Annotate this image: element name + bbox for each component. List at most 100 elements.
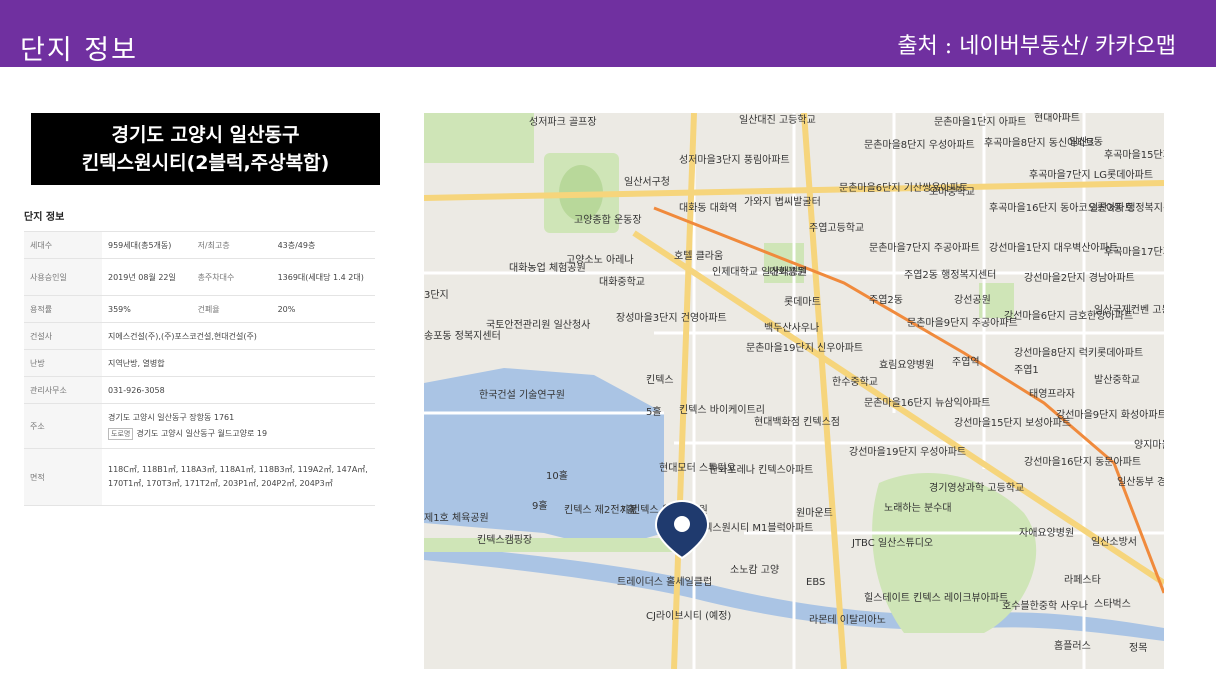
map-label: 트레이더스 홀세일클럽 [617,575,712,588]
road-address: 경기도 고양시 일산동구 월드고양로 19 [136,429,268,438]
map-label: 주엽2동 [869,294,903,306]
map-label: 한수중학교 [832,376,878,388]
map-label: 양지마을전 3단지 [1134,439,1164,451]
map-label: 장성마을3단지 건영아파트 [616,312,727,324]
map-label: 송포동 정복지센터 [424,330,501,342]
map-label: 주엽고등학교 [809,222,864,234]
map-label: 라몬테 이탈리아노 [809,613,886,626]
map-label: 일산서구청 [624,176,670,188]
far-value: 359% [102,295,192,323]
address-cell: 경기도 고양시 일산동구 장항동 1761 도로명 경기도 고양시 일산동구 월드… [102,403,375,449]
complex-title-line1: 경기도 고양시 일산동구 [111,124,300,146]
map-label: 백두산사우나 [764,322,819,334]
table-row: 난방 지역난방, 열병합 [24,349,375,377]
map-label: 일산국제컨벤 고등학교 [1094,304,1164,316]
info-section-label: 단지 정보 [24,212,65,223]
map-label: 강선마을16단지 동문아파트 [1024,456,1141,468]
map-label: 발산중학교 [1094,374,1140,386]
map-label: 원마운트 [796,507,833,519]
map-label: 호텔 클라움 [674,250,723,262]
road-tag: 도로명 [108,428,134,440]
households-value: 959세대(총5개동) [102,231,192,259]
map-label: 현대아파트 [1034,113,1080,124]
map-label: 9홀 [532,499,548,512]
map-label: 오마중학교 [929,186,975,198]
area-value: 118C㎡, 118B1㎡, 118A3㎡, 118A1㎡, 118B3㎡, 1… [102,448,375,506]
map-label: 라페스타 [1064,574,1101,586]
map-label: 킨텍스 바이케이트리 [679,404,765,416]
map-label: 문촌마을16단지 뉴삼익아파트 [864,397,990,409]
table-row: 사용승인일 2019년 08월 22일 총주차대수 1369대(세대당 1.4 … [24,258,375,296]
map-label: 3단지 [424,289,449,301]
map-label: 10홀 [546,469,568,482]
map-label: 소노캄 고양 [730,564,779,576]
complex-title-box: 경기도 고양시 일산동구 킨텍스원시티(2블럭,주상복합) [31,113,380,185]
area-label: 면적 [24,448,102,506]
map-label: 일산동부 경찰서 [1117,475,1164,488]
households-label: 세대수 [24,231,102,259]
map-label: 자애요양병원 [1019,527,1074,539]
map-label: 힐스테이트 킨텍스 레이크뷰아파트 [864,591,1008,604]
approval-value: 2019년 08월 22일 [102,258,192,296]
map-label: 강선마을15단지 보성아파트 [954,417,1071,429]
table-row: 면적 118C㎡, 118B1㎡, 118A3㎡, 118A1㎡, 118B3㎡… [24,448,375,506]
map-label: 대화공원 [769,266,806,278]
table-row: 관리사무소 031-926-3058 [24,376,375,404]
map-label: 정목 [1129,642,1147,654]
map-label: 후곡마을7단지 LG롯데아파트 [1029,169,1153,181]
map-label: 대화농업 체험공원 [509,261,586,274]
map-label: 경기영상과학 고등학교 [929,481,1024,494]
road-address-line: 도로명 경기도 고양시 일산동구 월드고양로 19 [108,426,369,442]
parking-label: 총주차대수 [191,258,272,296]
map-label: 강선마을8단지 럭키롯데아파트 [1014,347,1143,359]
map-label: 킨텍스 [646,374,674,386]
parking-value: 1369대(세대당 1.4 2대) [271,258,375,296]
map-label: 제1호 체육공원 [424,512,489,524]
map-label: 효림요양병원 [879,359,934,371]
approval-label: 사용승인일 [24,258,102,296]
map-label: 고양종합 운동장 [574,214,642,226]
table-row: 용적률 359% 건폐율 20% [24,295,375,323]
map-label: 홈플러스 [1054,639,1091,652]
map-label: 롯데마트 [784,296,821,308]
complex-title-line2: 킨텍스원시티(2블럭,주상복합) [81,152,330,174]
map-label: 문촌마을9단지 주공아파트 [907,317,1018,329]
header-bar: 단지 정보 출처 : 네이버부동산/ 카카오맵 [0,0,1216,67]
map-label: 후곡마을15단지 건영아파트 [1104,149,1164,161]
source-credit: 출처 : 네이버부동산/ 카카오맵 [897,34,1176,59]
table-row: 주소 경기도 고양시 일산동구 장항동 1761 도로명 경기도 고양시 일산동구… [24,403,375,449]
bcr-value: 20% [271,295,375,323]
table-row: 건설사 지에스건설(주),(주)포스코건설,현대건설(주) [24,322,375,350]
map-label: 문촌마을7단지 주공아파트 [869,242,980,254]
complex-info-table: 세대수 959세대(총5개동) 저/최고층 43층/49층 사용승인일 2019… [24,231,375,506]
far-label: 용적률 [24,295,102,323]
map-label: 가와지 볍씨발굴터 [744,196,821,208]
map-label: 일산소방서 [1091,536,1137,548]
location-map[interactable]: 성저파크 골프장 일산대진 고등학교 문촌마을1단지 아파트 현대아파트 성저마… [424,113,1164,669]
map-label: 주엽역 [952,356,980,368]
map-label: 현대백화점 킨텍스점 [754,416,840,428]
map-label: 주엽1 [1014,364,1039,376]
map-label: 태영프라자 [1029,388,1075,400]
map-label: 강선마을9단지 화성아파트 [1056,409,1164,421]
map-label: 문촌마을8단지 우성아파트 [864,139,975,151]
map-label: 문촌마을19단지 신우아파트 [746,342,863,354]
map-canvas[interactable]: 성저파크 골프장 일산대진 고등학교 문촌마을1단지 아파트 현대아파트 성저마… [424,113,1164,669]
map-label: 일산3동 [1069,136,1103,148]
builder-label: 건설사 [24,322,102,350]
map-label: 성저마을3단지 풍림아파트 [679,154,790,166]
map-label: 국토안전관리원 일산청사 [486,319,590,331]
map-label: 스타벅스 [1094,598,1131,610]
office-value: 031-926-3058 [102,376,375,404]
map-label: 한국건설 기술연구원 [479,389,565,401]
heating-value: 지역난방, 열병합 [102,349,375,377]
builder-value: 지에스건설(주),(주)포스코건설,현대건설(주) [102,322,375,350]
map-label: 노래하는 분수대 [884,501,952,514]
map-label: 문촌마을1단지 아파트 [934,116,1026,128]
address-value: 경기도 고양시 일산동구 장항동 1761 [108,413,235,422]
map-label: 일산3동 행정복지센터 [1089,202,1164,214]
map-label: 킨텍스캠핑장 [477,534,532,546]
map-label: 강선마을19단지 우성아파트 [849,446,966,458]
map-label: 대화중학교 [599,276,645,288]
park-golf [424,113,534,163]
